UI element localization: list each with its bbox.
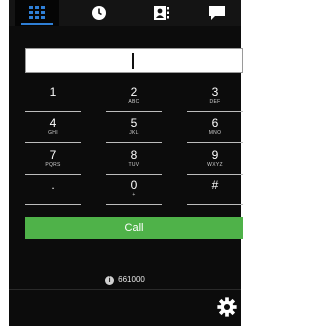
key-digit: 3 <box>211 85 219 99</box>
account-number: 661000 <box>118 275 145 284</box>
tab-chat[interactable] <box>195 0 239 26</box>
call-button[interactable]: Call <box>25 217 243 239</box>
key-digit: 0 <box>130 178 138 192</box>
chat-icon <box>209 6 225 20</box>
key-6[interactable]: 6 MNO <box>187 116 243 143</box>
clock-icon <box>92 6 106 20</box>
key-3[interactable]: 3 DEF <box>187 85 243 112</box>
key-dot[interactable]: . <box>25 178 81 205</box>
key-letters: JKL <box>129 130 139 136</box>
dialpad-icon <box>28 6 45 19</box>
settings-button[interactable] <box>216 296 238 318</box>
key-letters: WXYZ <box>207 162 223 168</box>
key-digit: 6 <box>211 116 219 130</box>
contacts-icon <box>154 6 169 20</box>
key-8[interactable]: 8 TUV <box>106 148 162 175</box>
key-letters: GHI <box>48 130 58 136</box>
account-status: i 661000 <box>9 274 241 286</box>
key-digit: 8 <box>130 148 138 162</box>
divider <box>9 289 241 290</box>
key-letters: + <box>132 192 136 198</box>
key-2[interactable]: 2 ABC <box>106 85 162 112</box>
text-caret <box>132 53 134 69</box>
key-digit: 5 <box>130 116 138 130</box>
key-0[interactable]: 0 + <box>106 178 162 205</box>
tab-dialpad[interactable] <box>15 0 59 26</box>
key-digit: 2 <box>130 85 138 99</box>
key-letters: ABC <box>128 99 140 105</box>
number-input[interactable] <box>25 48 243 73</box>
key-digit: . <box>51 178 55 192</box>
key-letters: MNO <box>208 130 222 136</box>
key-5[interactable]: 5 JKL <box>106 116 162 143</box>
tab-contacts[interactable] <box>139 0 183 26</box>
tab-recents[interactable] <box>77 0 121 26</box>
tab-bar <box>9 0 241 26</box>
key-digit: 7 <box>49 148 57 162</box>
key-letters: TUV <box>128 162 140 168</box>
key-letters: PQRS <box>45 162 61 168</box>
gear-icon <box>217 297 237 317</box>
key-digit: 4 <box>49 116 57 130</box>
softphone-window: 1 2 ABC 3 DEF 4 GHI 5 JKL 6 MNO 7 PQRS 8… <box>9 0 243 326</box>
key-digit: 9 <box>211 148 219 162</box>
info-icon: i <box>105 275 115 285</box>
key-hash[interactable]: # <box>187 178 243 205</box>
key-7[interactable]: 7 PQRS <box>25 148 81 175</box>
key-1[interactable]: 1 <box>25 85 81 112</box>
key-digit: # <box>211 178 219 192</box>
key-digit: 1 <box>49 85 57 99</box>
key-4[interactable]: 4 GHI <box>25 116 81 143</box>
key-9[interactable]: 9 WXYZ <box>187 148 243 175</box>
key-letters: DEF <box>209 99 221 105</box>
